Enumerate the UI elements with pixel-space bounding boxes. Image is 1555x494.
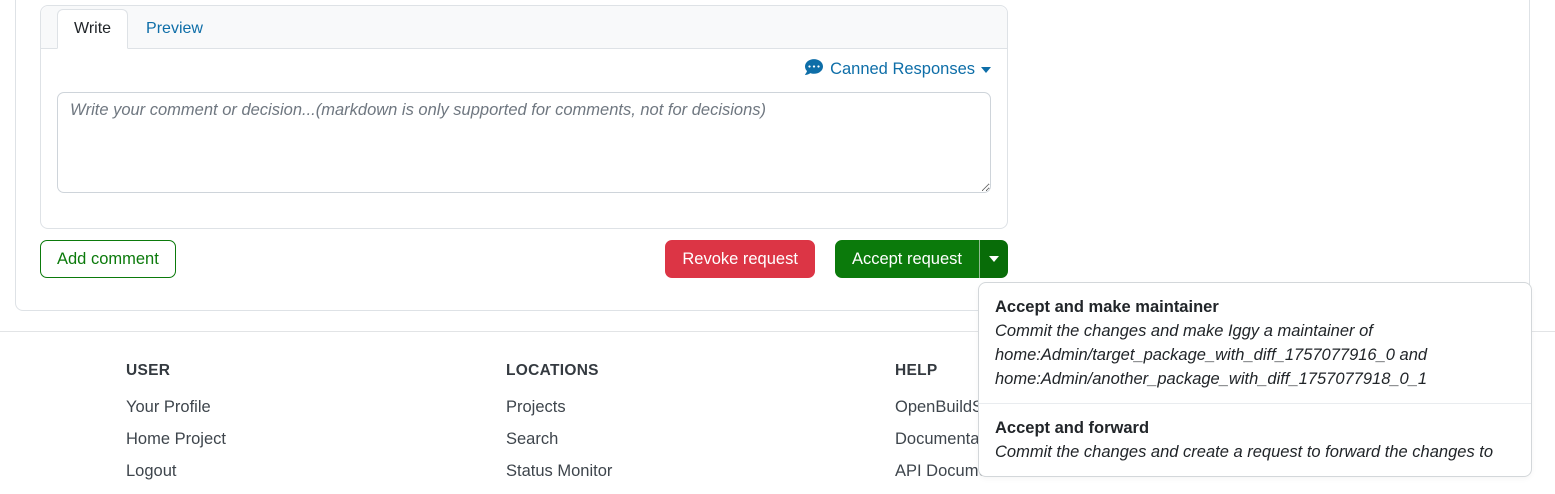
editor-tab-bar: Write Preview: [41, 6, 1007, 49]
dropdown-divider: [979, 403, 1531, 404]
footer-link-your-profile[interactable]: Your Profile: [126, 398, 226, 430]
tab-preview[interactable]: Preview: [130, 10, 219, 48]
caret-down-icon: [989, 256, 999, 262]
menu-item-title: Accept and make maintainer: [995, 295, 1515, 319]
footer-link-search[interactable]: Search: [506, 430, 612, 462]
revoke-request-button[interactable]: Revoke request: [665, 240, 815, 278]
tab-write[interactable]: Write: [57, 9, 128, 49]
menu-item-accept-and-make-maintainer[interactable]: Accept and make maintainer Commit the ch…: [979, 291, 1531, 395]
comment-textarea[interactable]: [57, 92, 991, 193]
footer-heading-locations: LOCATIONS: [506, 362, 612, 380]
footer-link-projects[interactable]: Projects: [506, 398, 612, 430]
menu-item-description: Commit the changes and create a request …: [995, 440, 1515, 464]
menu-item-accept-and-forward[interactable]: Accept and forward Commit the changes an…: [979, 412, 1531, 468]
editor-body: Canned Responses: [41, 49, 1007, 214]
accept-request-dropdown-toggle[interactable]: [979, 240, 1008, 278]
footer-link-home-project[interactable]: Home Project: [126, 430, 226, 462]
comment-editor-card: Write Preview Canned Responses: [40, 5, 1008, 229]
action-button-row: Add comment Revoke request Accept reques…: [40, 240, 1008, 278]
footer-column-user: USER Your Profile Home Project Logout: [126, 362, 226, 494]
accept-request-button[interactable]: Accept request: [835, 240, 979, 278]
accept-split-button: Accept request: [835, 240, 1008, 278]
caret-down-icon: [981, 67, 991, 73]
canned-responses-dropdown[interactable]: Canned Responses: [57, 57, 991, 81]
footer-heading-user: USER: [126, 362, 226, 380]
menu-item-description: Commit the changes and make Iggy a maint…: [995, 319, 1515, 391]
comment-dots-icon: [805, 58, 823, 81]
add-comment-button[interactable]: Add comment: [40, 240, 176, 278]
menu-item-title: Accept and forward: [995, 416, 1515, 440]
footer-link-logout[interactable]: Logout: [126, 462, 226, 494]
footer-link-status-monitor[interactable]: Status Monitor: [506, 462, 612, 494]
accept-request-dropdown-menu: Accept and make maintainer Commit the ch…: [978, 282, 1532, 477]
footer-column-locations: LOCATIONS Projects Search Status Monitor: [506, 362, 612, 494]
canned-responses-label: Canned Responses: [830, 60, 975, 79]
